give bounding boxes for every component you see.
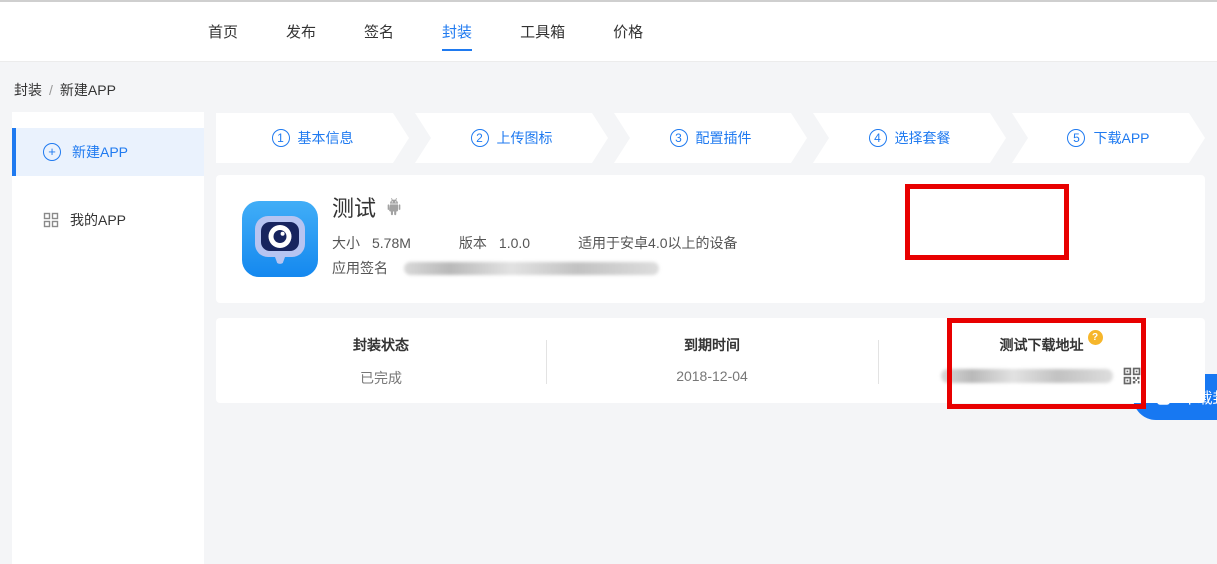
- expiry-value: 2018-12-04: [546, 368, 878, 384]
- package-status-value: 已完成: [216, 368, 546, 388]
- step-config-plugin[interactable]: 3 配置插件: [614, 113, 807, 163]
- nav-item-home[interactable]: 首页: [208, 2, 238, 62]
- step-label: 配置插件: [696, 128, 752, 148]
- step-upload-icon[interactable]: 2 上传图标: [415, 113, 608, 163]
- size-value: 5.78M: [372, 235, 411, 251]
- step-number-badge: 5: [1067, 129, 1085, 147]
- grid-icon: [43, 212, 59, 228]
- compat-text: 适用于安卓4.0以上的设备: [578, 235, 737, 251]
- app-signature-row: 应用签名: [332, 258, 659, 278]
- expiry-label: 到期时间: [546, 335, 878, 355]
- step-number-badge: 1: [272, 129, 290, 147]
- step-wizard: 1 基本信息 2 上传图标 3 配置插件 4 选择套餐 5 下载APP: [216, 113, 1205, 163]
- signature-label: 应用签名: [332, 258, 388, 278]
- app-icon: [240, 199, 320, 279]
- nav-item-package-active[interactable]: 封装: [442, 2, 472, 62]
- test-download-column: 测试下载地址 ?: [878, 318, 1205, 403]
- step-number-badge: 2: [471, 129, 489, 147]
- version-label: 版本: [459, 235, 487, 251]
- breadcrumb: 封装 / 新建APP: [14, 80, 116, 100]
- step-label: 上传图标: [497, 128, 553, 148]
- step-label: 选择套餐: [895, 128, 951, 148]
- step-number-badge: 4: [869, 129, 887, 147]
- sidebar-item-new-app[interactable]: + 新建APP: [12, 128, 204, 176]
- status-card: 封装状态 已完成 到期时间 2018-12-04 测试下载地址 ?: [216, 318, 1205, 403]
- app-meta: 大小 5.78M 版本 1.0.0 适用于安卓4.0以上的设备: [332, 233, 738, 253]
- test-download-label: 测试下载地址: [1000, 337, 1084, 353]
- app-packaging-page: 首页 发布 签名 封装 工具箱 价格 封装 / 新建APP + 新建APP 我的AP…: [0, 0, 1217, 564]
- download-url-redacted-blur: [941, 369, 1113, 383]
- column-divider: [878, 340, 879, 384]
- breadcrumb-current: 新建APP: [60, 82, 116, 98]
- step-choose-plan[interactable]: 4 选择套餐: [813, 113, 1006, 163]
- nav-item-price[interactable]: 价格: [613, 2, 643, 62]
- column-divider: [546, 340, 547, 384]
- step-number-badge: 3: [670, 129, 688, 147]
- step-download-app[interactable]: 5 下载APP: [1012, 113, 1205, 163]
- breadcrumb-separator: /: [49, 82, 53, 98]
- step-label: 下载APP: [1093, 128, 1149, 148]
- expiry-column: 到期时间 2018-12-04: [546, 318, 878, 403]
- step-basic-info[interactable]: 1 基本信息: [216, 113, 409, 163]
- package-status-column: 封装状态 已完成: [216, 318, 546, 403]
- help-icon[interactable]: ?: [1088, 330, 1103, 345]
- nav-item-sign[interactable]: 签名: [364, 2, 394, 62]
- nav-item-toolbox[interactable]: 工具箱: [520, 2, 565, 62]
- breadcrumb-section[interactable]: 封装: [14, 82, 42, 98]
- app-info-card: 测试 大小 5.78M 版本 1.0.0 适用于安卓4.0以上的设备: [216, 175, 1205, 303]
- android-icon: [384, 197, 404, 218]
- qr-code-icon[interactable]: [1122, 366, 1142, 386]
- top-nav: 首页 发布 签名 封装 工具箱 价格: [0, 0, 1217, 62]
- app-name: 测试: [332, 191, 376, 223]
- version-value: 1.0.0: [499, 235, 530, 251]
- sidebar-item-my-app[interactable]: 我的APP: [12, 196, 204, 244]
- nav-item-publish[interactable]: 发布: [286, 2, 316, 62]
- signature-redacted-blur: [404, 262, 659, 275]
- package-status-label: 封装状态: [216, 335, 546, 355]
- step-label: 基本信息: [298, 128, 354, 148]
- sidebar-item-label: 我的APP: [70, 210, 126, 230]
- sidebar-item-label: 新建APP: [72, 142, 128, 162]
- size-label: 大小: [332, 235, 360, 251]
- sidebar: + 新建APP 我的APP: [12, 112, 204, 564]
- plus-circle-icon: +: [43, 143, 61, 161]
